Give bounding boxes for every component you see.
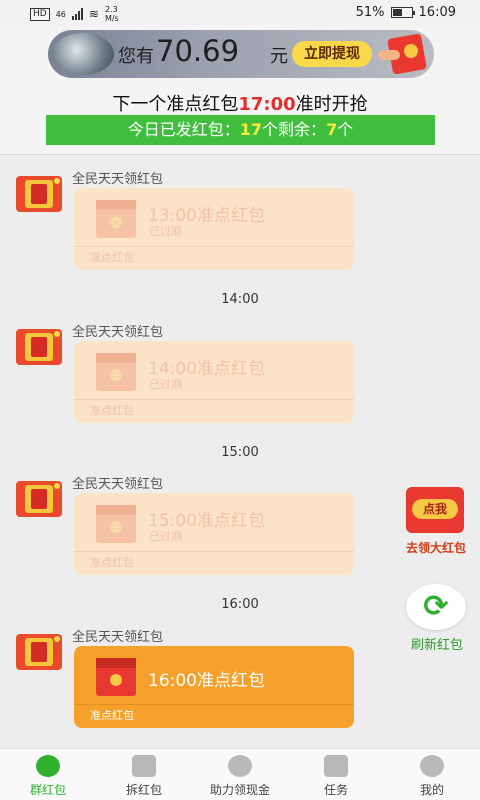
tap-me-tag: 点我 — [412, 499, 458, 519]
balance-unit: 元 — [270, 46, 288, 67]
yuan-coin-icon — [228, 755, 252, 777]
sender-name: 全民天天领红包 — [72, 630, 164, 645]
packet-divider — [74, 551, 354, 552]
header-divider — [0, 154, 480, 155]
next-packet-suffix: 准时开抢 — [295, 94, 368, 115]
sender-name: 全民天天领红包 — [72, 325, 164, 340]
packet-type: 准点红包 — [90, 251, 134, 264]
remaining-count: 7 — [326, 120, 338, 139]
wifi-icon: ≋ — [88, 7, 99, 21]
red-packet-card-active[interactable]: 16:00准点红包 准点红包 — [74, 646, 354, 728]
nav-group-packets[interactable]: 群红包 — [0, 749, 96, 800]
sender-name: 全民天天领红包 — [72, 477, 164, 492]
nav-label: 拆红包 — [125, 783, 162, 797]
sender-name: 全民天天领红包 — [72, 172, 164, 187]
red-packet-icon — [132, 755, 156, 777]
sent-count: 17 — [239, 120, 263, 139]
battery-fill — [392, 9, 402, 16]
moon-icon — [52, 33, 114, 75]
sent-label: 今日已发红包： — [127, 120, 240, 139]
claim-big-packet-label: 去领大红包 — [405, 541, 466, 555]
message-timestamp: 14:00 — [221, 292, 259, 307]
red-packet-icon — [96, 505, 136, 543]
battery-percent: 51% — [355, 5, 385, 20]
nav-label: 我的 — [419, 783, 444, 797]
red-packet-icon — [96, 353, 136, 391]
today-stats-bar: 今日已发红包：17个剩余：7个 — [46, 115, 435, 145]
red-packet-card[interactable]: 15:00准点红包 已过期 准点红包 — [74, 493, 354, 575]
hd-badge: HD — [30, 7, 50, 21]
clock: 16:09 — [418, 5, 456, 20]
sender-avatar[interactable] — [16, 634, 62, 670]
refresh-icon: ⟳ — [423, 589, 449, 624]
balance-label: 您有 — [118, 46, 154, 67]
network-speed: 2.3 M/s — [105, 5, 119, 23]
task-icon — [324, 755, 348, 777]
balance-amount: 70.69 — [156, 34, 240, 68]
remaining-unit: 个 — [337, 120, 354, 139]
packet-type: 准点红包 — [90, 556, 134, 569]
nav-profile[interactable]: 我的 — [384, 749, 480, 800]
nav-label: 助力领现金 — [209, 783, 270, 797]
signal-icon — [71, 8, 83, 20]
gift-hand-icon — [378, 33, 430, 75]
red-packet-icon — [96, 658, 136, 696]
speed-unit: M/s — [104, 14, 119, 23]
nav-label: 任务 — [323, 783, 348, 797]
remaining-label: 个剩余： — [262, 120, 327, 139]
red-packet-card[interactable]: 14:00准点红包 已过期 准点红包 — [74, 341, 354, 423]
packet-status: 已过期 — [149, 378, 182, 391]
red-packet-card[interactable]: 13:00准点红包 已过期 准点红包 — [74, 188, 354, 270]
status-bar: HD 46 ≋ 2.3 M/s 51% 16:09 — [0, 0, 480, 26]
packet-divider — [74, 399, 354, 400]
packet-status: 已过期 — [149, 225, 182, 238]
nav-tasks[interactable]: 任务 — [288, 749, 384, 800]
bottom-nav: 群红包 拆红包 助力领现金 任务 我的 — [0, 748, 480, 800]
next-packet-time: 17:00 — [238, 94, 296, 115]
nav-open-packet[interactable]: 拆红包 — [96, 749, 192, 800]
status-left: HD 46 ≋ 2.3 M/s — [30, 5, 119, 23]
packet-type: 准点红包 — [90, 404, 134, 417]
balance-banner[interactable]: 您有 70.69 元 立即提现 — [48, 30, 434, 78]
sender-avatar[interactable] — [16, 176, 62, 212]
nav-assist-cash[interactable]: 助力领现金 — [192, 749, 288, 800]
speed-value: 2.3 — [104, 5, 118, 14]
chat-bubble-icon — [36, 755, 60, 777]
network-label: 46 — [55, 9, 66, 19]
refresh-button[interactable]: ⟳ — [406, 584, 466, 630]
packet-divider — [74, 246, 354, 247]
packet-status: 已过期 — [149, 530, 182, 543]
battery-icon — [390, 7, 415, 18]
withdraw-button[interactable]: 立即提现 — [292, 41, 372, 67]
claim-big-packet-button[interactable]: 点我 去领大红包 — [398, 487, 474, 557]
packet-divider — [74, 704, 354, 705]
red-packet-icon — [96, 200, 136, 238]
refresh-label[interactable]: 刷新红包 — [400, 634, 474, 653]
sender-avatar[interactable] — [16, 481, 62, 517]
next-packet-prefix: 下一个准点红包 — [112, 94, 239, 115]
next-packet-line: 下一个准点红包17:00准时开抢 — [0, 90, 480, 116]
sender-avatar[interactable] — [16, 329, 62, 365]
packet-type: 准点红包 — [90, 709, 134, 722]
user-icon — [420, 755, 444, 777]
status-right: 51% 16:09 — [356, 5, 456, 20]
header: 您有 70.69 元 立即提现 下一个准点红包17:00准时开抢 今日已发红包：… — [0, 26, 480, 154]
message-timestamp: 15:00 — [221, 445, 259, 460]
nav-label: 群红包 — [29, 783, 66, 797]
packet-title: 16:00准点红包 — [148, 671, 265, 691]
